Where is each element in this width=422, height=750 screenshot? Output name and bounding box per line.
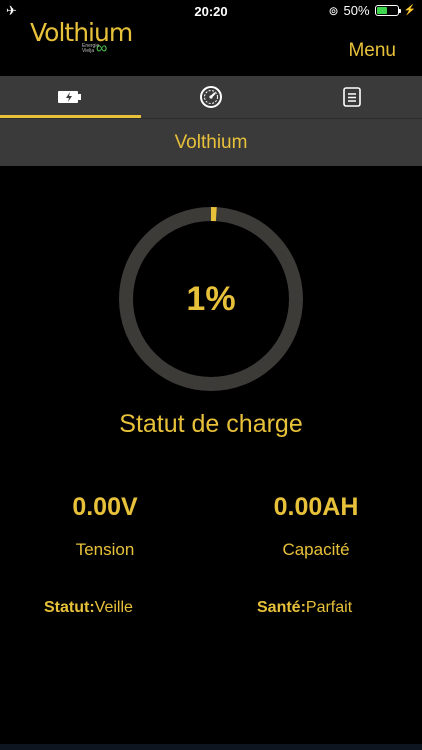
volthium-logo: Volthium Energie Vielja ∞: [30, 18, 133, 57]
document-icon: [342, 87, 361, 107]
battery-fill: [376, 7, 387, 14]
sante-value: Parfait: [305, 599, 353, 616]
menu-button[interactable]: Menu: [348, 40, 396, 62]
sante-line: Santé:Parfait: [257, 599, 352, 617]
infinity-logo-icon: ∞: [96, 40, 108, 57]
statut-value: Veille: [94, 599, 133, 616]
battery-icon: [58, 91, 82, 103]
battery-cap: [398, 9, 401, 13]
statut-key: Statut:: [44, 599, 95, 616]
charging-bolt-icon: ⚡: [403, 5, 416, 16]
charge-percentage: 1%: [186, 279, 236, 318]
voltage-value: 0.00V: [72, 493, 138, 521]
bottom-strip: [0, 744, 422, 750]
device-name: Volthium: [174, 131, 248, 153]
statut-line: Statut:Veille: [44, 599, 133, 617]
capacity-metric: 0.00AH Capacité: [216, 493, 416, 560]
capacity-label: Capacité: [282, 540, 350, 559]
device-name-bar: Volthium: [0, 118, 422, 166]
battery-indicator-icon: [374, 5, 401, 16]
voltage-label: Tension: [75, 540, 135, 559]
capacity-value: 0.00AH: [273, 493, 359, 521]
battery-percentage: 50%: [343, 3, 370, 18]
voltage-metric: 0.00V Tension: [5, 493, 205, 560]
sante-key: Santé:: [257, 599, 306, 616]
charge-status-label: Statut de charge: [119, 410, 303, 438]
app-header: Volthium Energie Vielja ∞ Menu: [0, 18, 422, 76]
tab-log[interactable]: [281, 76, 422, 118]
tab-gauge[interactable]: [141, 76, 282, 118]
tab-bar: [0, 76, 422, 118]
tab-battery[interactable]: [0, 76, 141, 118]
orientation-lock-icon: ⊚: [328, 3, 339, 18]
gauge-icon: [200, 86, 222, 108]
status-right: ⊚ 50% ⚡: [328, 3, 416, 18]
